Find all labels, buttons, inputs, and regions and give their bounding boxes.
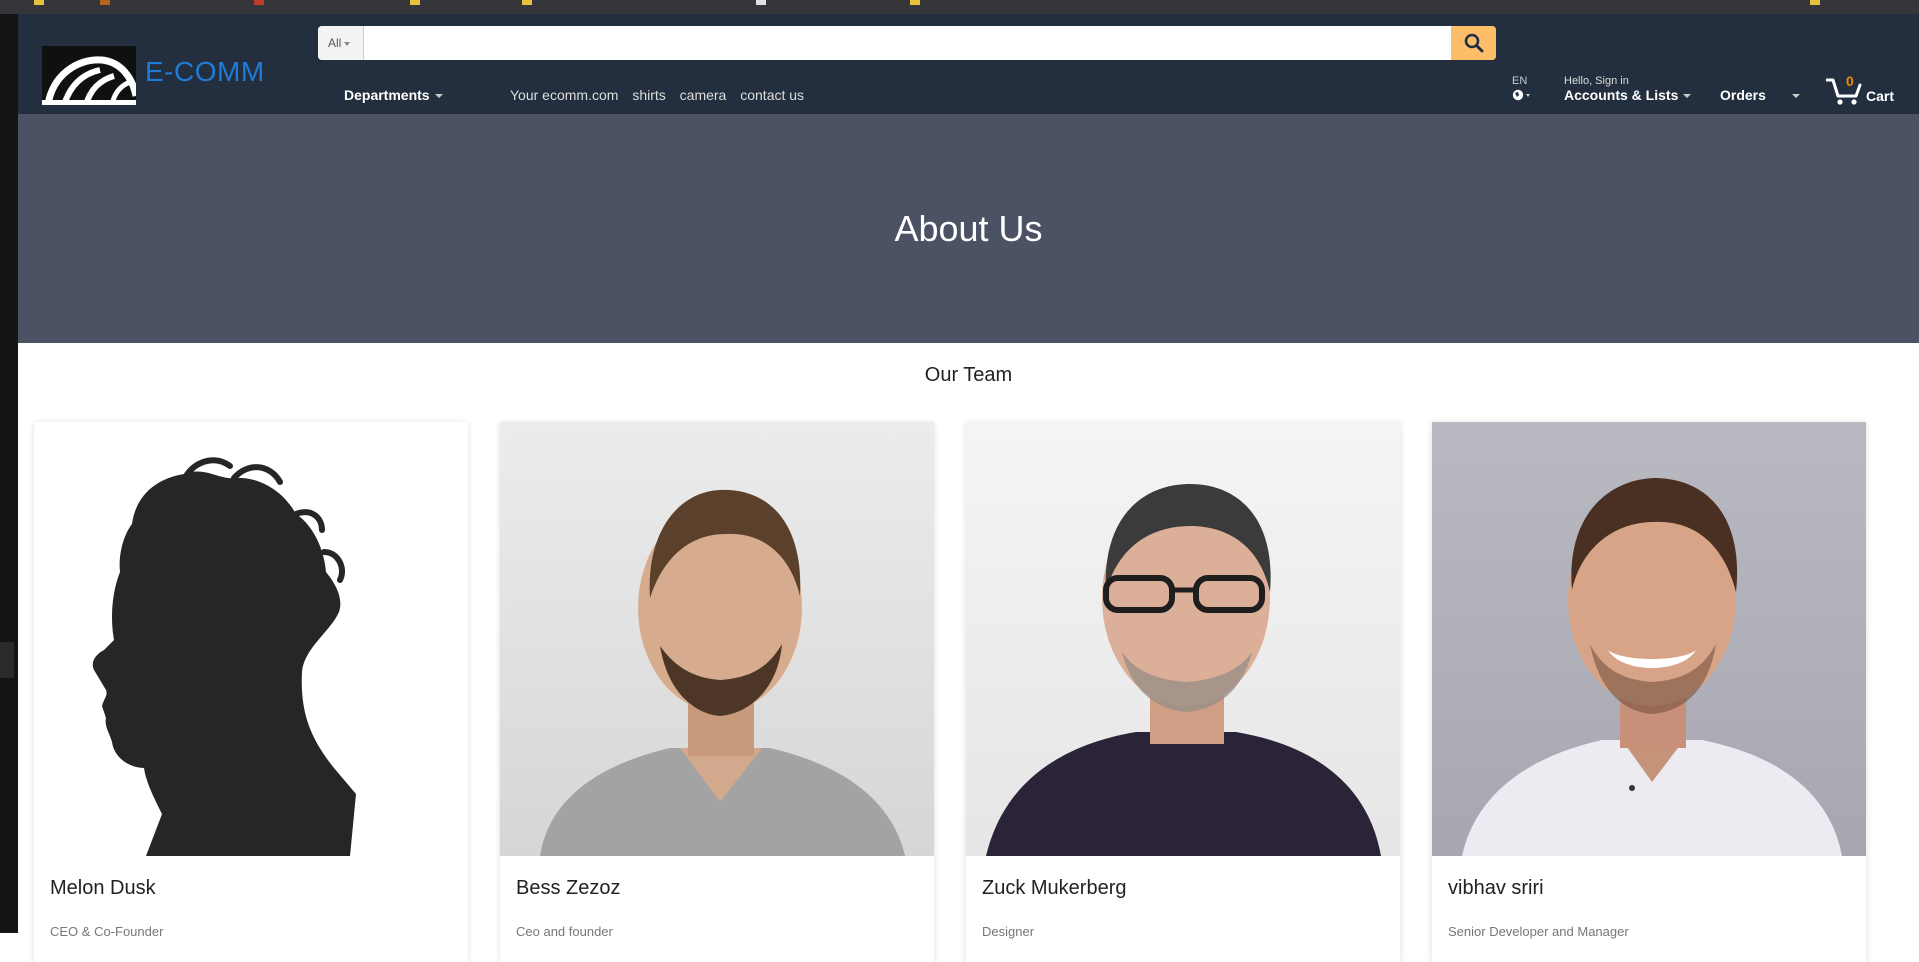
globe-icon	[1512, 89, 1530, 101]
team-member-name: Zuck Mukerberg	[982, 877, 1127, 899]
bookmark-icon[interactable]	[34, 0, 44, 5]
left-edge-strip	[0, 0, 18, 933]
logo-icon[interactable]	[42, 46, 136, 105]
side-tab-handle[interactable]	[0, 642, 14, 678]
team-member-role: Senior Developer and Manager	[1448, 924, 1629, 939]
language-selector[interactable]	[1512, 88, 1536, 106]
orders-link[interactable]: Orders	[1720, 87, 1766, 103]
search-input[interactable]	[365, 26, 1450, 60]
search-category-select[interactable]: All	[318, 26, 364, 60]
bookmark-icon[interactable]	[910, 0, 920, 5]
accounts-lists-menu[interactable]: Accounts & Lists	[1564, 87, 1692, 103]
about-hero-banner: About Us	[18, 114, 1919, 343]
nav-link[interactable]: shirts	[632, 87, 665, 103]
team-member-card: Zuck Mukerberg Designer	[966, 422, 1400, 962]
team-member-card: Melon Dusk CEO & Co-Founder	[34, 422, 468, 962]
bookmark-icon[interactable]	[254, 0, 264, 5]
departments-menu[interactable]: Departments	[344, 87, 443, 103]
bookmark-icon[interactable]	[410, 0, 420, 5]
team-member-role: CEO & Co-Founder	[50, 924, 164, 939]
team-member-role: Designer	[982, 924, 1035, 939]
bookmark-icon[interactable]	[522, 0, 532, 5]
chevron-down-icon	[344, 41, 351, 46]
search-button[interactable]	[1451, 26, 1496, 60]
bookmark-icon[interactable]	[1810, 0, 1820, 5]
team-member-card: Bess Zezoz Ceo and founder	[500, 422, 934, 962]
team-member-name: Bess Zezoz	[516, 877, 621, 899]
bookmark-icon[interactable]	[100, 0, 110, 5]
site-header: E-COMM All Departments Your ecomm.com sh…	[18, 14, 1919, 114]
page-title: About Us	[894, 208, 1043, 249]
nav-link[interactable]: Your ecomm.com	[510, 87, 618, 103]
chevron-down-icon[interactable]	[1792, 94, 1800, 98]
team-member-role: Ceo and founder	[516, 924, 613, 939]
team-heading: Our Team	[924, 364, 1013, 386]
search-icon	[1464, 33, 1483, 53]
team-member-name: vibhav sriri	[1448, 877, 1544, 899]
cart-count-badge: 0	[1846, 73, 1854, 89]
greeting-text: Hello, Sign in	[1564, 75, 1629, 87]
chevron-down-icon	[1683, 94, 1692, 99]
site-logo-text[interactable]: E-COMM	[145, 56, 265, 88]
nav-links: Your ecomm.com shirts camera contact us	[510, 87, 814, 103]
language-code[interactable]: EN	[1512, 75, 1527, 87]
nav-link[interactable]: camera	[680, 87, 727, 103]
chevron-down-icon	[434, 94, 443, 99]
cart-icon[interactable]	[1825, 74, 1864, 111]
nav-link[interactable]: contact us	[740, 87, 804, 103]
team-member-photo	[500, 422, 934, 856]
search-bar: All	[318, 26, 1496, 60]
bookmarks-bar	[0, 0, 1919, 14]
team-member-photo	[1432, 422, 1866, 856]
team-member-card: vibhav sriri Senior Developer and Manage…	[1432, 422, 1866, 962]
bookmark-icon[interactable]	[756, 0, 766, 5]
team-member-name: Melon Dusk	[50, 877, 156, 899]
cart-link[interactable]: Cart	[1866, 88, 1894, 104]
team-member-photo	[34, 422, 468, 856]
team-member-photo	[966, 422, 1400, 856]
